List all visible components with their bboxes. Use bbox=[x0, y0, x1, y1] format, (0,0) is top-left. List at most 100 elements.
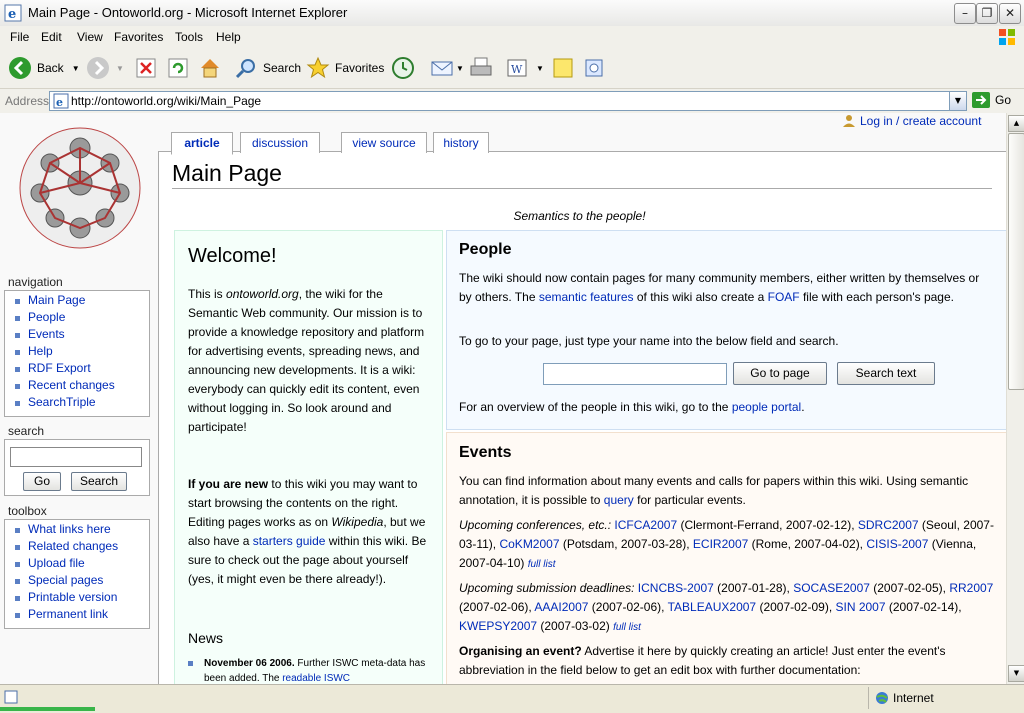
menu-view[interactable]: View bbox=[77, 30, 103, 44]
deadline-info: (2007-02-14), bbox=[885, 600, 962, 614]
toolbox-item[interactable]: Upload file bbox=[13, 556, 149, 573]
events-text-2: for particular events. bbox=[633, 493, 746, 507]
tab-history[interactable]: history bbox=[433, 132, 489, 153]
wiki-search-button[interactable]: Search bbox=[71, 472, 127, 491]
toolbox-item[interactable]: Special pages bbox=[13, 573, 149, 590]
deadline-link[interactable]: RR2007 bbox=[949, 581, 993, 595]
readable-iswc-link[interactable]: readable ISWC bbox=[282, 673, 350, 684]
newcomer-bold: If you are new bbox=[188, 477, 269, 491]
search-icon bbox=[235, 59, 255, 79]
forward-button[interactable]: ▼ bbox=[86, 54, 124, 82]
conference-link[interactable]: CISIS-2007 bbox=[866, 537, 928, 551]
history-button[interactable] bbox=[391, 54, 415, 82]
nav-item[interactable]: RDF Export bbox=[13, 361, 149, 378]
toolbox-item[interactable]: What links here bbox=[13, 522, 149, 539]
go-button[interactable]: Go bbox=[972, 92, 1011, 108]
edit-button[interactable]: W ▼ bbox=[506, 54, 544, 82]
deadline-link[interactable]: SOCASE2007 bbox=[793, 581, 870, 595]
restore-button[interactable]: ❐ bbox=[976, 3, 998, 24]
back-dropdown-icon[interactable]: ▼ bbox=[72, 64, 80, 73]
conferences-full-list-link[interactable]: full list bbox=[528, 559, 556, 570]
search-heading: search bbox=[8, 424, 45, 438]
wiki-go-button[interactable]: Go bbox=[23, 472, 61, 491]
starters-guide-link[interactable]: starters guide bbox=[253, 534, 326, 548]
window-title: Main Page - Ontoworld.org - Microsoft In… bbox=[28, 5, 348, 20]
conference-link[interactable]: CoKM2007 bbox=[499, 537, 559, 551]
address-input[interactable]: e http://ontoworld.org/wiki/Main_Page ▼ bbox=[49, 91, 967, 111]
scroll-thumb[interactable] bbox=[1008, 133, 1024, 390]
title-divider bbox=[172, 188, 992, 189]
toolbox-item[interactable]: Related changes bbox=[13, 539, 149, 556]
deadline-link[interactable]: TABLEAUX2007 bbox=[668, 600, 757, 614]
nav-item[interactable]: SearchTriple bbox=[13, 395, 149, 412]
menu-favorites[interactable]: Favorites bbox=[114, 30, 163, 44]
vertical-scrollbar[interactable]: ▲ ▼ bbox=[1006, 113, 1024, 684]
status-divider bbox=[868, 687, 869, 709]
semantic-features-link[interactable]: semantic features bbox=[539, 290, 634, 304]
home-button[interactable] bbox=[198, 54, 222, 82]
mail-button[interactable]: ▼ bbox=[430, 54, 464, 82]
deadlines-paragraph: Upcoming submission deadlines: ICNCBS-20… bbox=[459, 579, 999, 637]
navigation-heading: navigation bbox=[8, 275, 63, 289]
deadline-info: (2007-02-09), bbox=[756, 600, 836, 614]
forward-dropdown-icon[interactable]: ▼ bbox=[116, 64, 124, 73]
menu-edit[interactable]: Edit bbox=[41, 30, 62, 44]
query-link[interactable]: query bbox=[604, 493, 634, 507]
deadline-link[interactable]: SIN 2007 bbox=[836, 600, 886, 614]
svg-text:e: e bbox=[56, 96, 63, 109]
print-button[interactable] bbox=[469, 54, 493, 82]
forward-arrow-icon bbox=[87, 57, 109, 79]
deadline-link[interactable]: ICNCBS-2007 bbox=[638, 581, 714, 595]
user-icon bbox=[843, 115, 855, 127]
deadline-link[interactable]: KWEPSY2007 bbox=[459, 619, 537, 633]
conference-link[interactable]: ICFCA2007 bbox=[614, 518, 677, 532]
tab-discussion[interactable]: discussion bbox=[240, 132, 320, 153]
login-link[interactable]: Log in / create account bbox=[842, 114, 981, 128]
nav-item[interactable]: Help bbox=[13, 344, 149, 361]
site-logo[interactable] bbox=[15, 123, 145, 253]
menu-help[interactable]: Help bbox=[216, 30, 241, 44]
news-bullet bbox=[188, 661, 193, 666]
menu-tools[interactable]: Tools bbox=[175, 30, 203, 44]
search-button[interactable]: Search bbox=[234, 54, 301, 82]
scroll-down-icon[interactable]: ▼ bbox=[1008, 665, 1024, 682]
refresh-button[interactable] bbox=[167, 54, 189, 82]
menu-file[interactable]: File bbox=[10, 30, 29, 44]
discuss-button[interactable] bbox=[552, 54, 574, 82]
minimize-button[interactable]: – bbox=[954, 3, 976, 24]
go-to-page-button[interactable]: Go to page bbox=[733, 362, 827, 385]
edit-dropdown-icon[interactable]: ▼ bbox=[536, 64, 544, 73]
mail-dropdown-icon[interactable]: ▼ bbox=[456, 64, 464, 73]
tab-view-source[interactable]: view source bbox=[341, 132, 427, 153]
favorites-star-icon bbox=[306, 56, 330, 79]
search-text-button[interactable]: Search text bbox=[837, 362, 935, 385]
research-icon bbox=[585, 59, 603, 77]
toolbox-item[interactable]: Permanent link bbox=[13, 607, 149, 624]
nav-item[interactable]: Main Page bbox=[13, 293, 149, 310]
people-portal-link[interactable]: people portal bbox=[732, 400, 801, 414]
back-button[interactable]: Back ▼ bbox=[8, 54, 80, 82]
deadline-link[interactable]: AAAI2007 bbox=[534, 600, 588, 614]
conference-link[interactable]: ECIR2007 bbox=[693, 537, 748, 551]
deadline-info: (2007-03-02) bbox=[537, 619, 614, 633]
nav-item[interactable]: Recent changes bbox=[13, 378, 149, 395]
nav-item[interactable]: Events bbox=[13, 327, 149, 344]
foaf-link[interactable]: FOAF bbox=[768, 290, 800, 304]
conference-link[interactable]: SDRC2007 bbox=[858, 518, 919, 532]
deadlines-full-list-link[interactable]: full list bbox=[613, 622, 641, 633]
address-dropdown-icon[interactable]: ▼ bbox=[949, 92, 966, 110]
favorites-button[interactable]: Favorites bbox=[306, 54, 384, 82]
conference-info: (Clermont-Ferrand, 2007-02-12), bbox=[677, 518, 858, 532]
events-heading: Events bbox=[459, 444, 512, 461]
close-button[interactable]: ✕ bbox=[999, 3, 1021, 24]
toolbox-item[interactable]: Printable version bbox=[13, 590, 149, 607]
tab-article[interactable]: article bbox=[171, 132, 233, 155]
svg-text:W: W bbox=[511, 63, 523, 76]
nav-item[interactable]: People bbox=[13, 310, 149, 327]
people-name-input[interactable] bbox=[543, 363, 727, 385]
stop-button[interactable] bbox=[135, 54, 157, 82]
people-instructions: To go to your page, just type your name … bbox=[459, 334, 839, 348]
scroll-up-icon[interactable]: ▲ bbox=[1008, 115, 1024, 132]
messenger-button[interactable] bbox=[583, 54, 605, 82]
wiki-search-input[interactable] bbox=[10, 447, 142, 467]
